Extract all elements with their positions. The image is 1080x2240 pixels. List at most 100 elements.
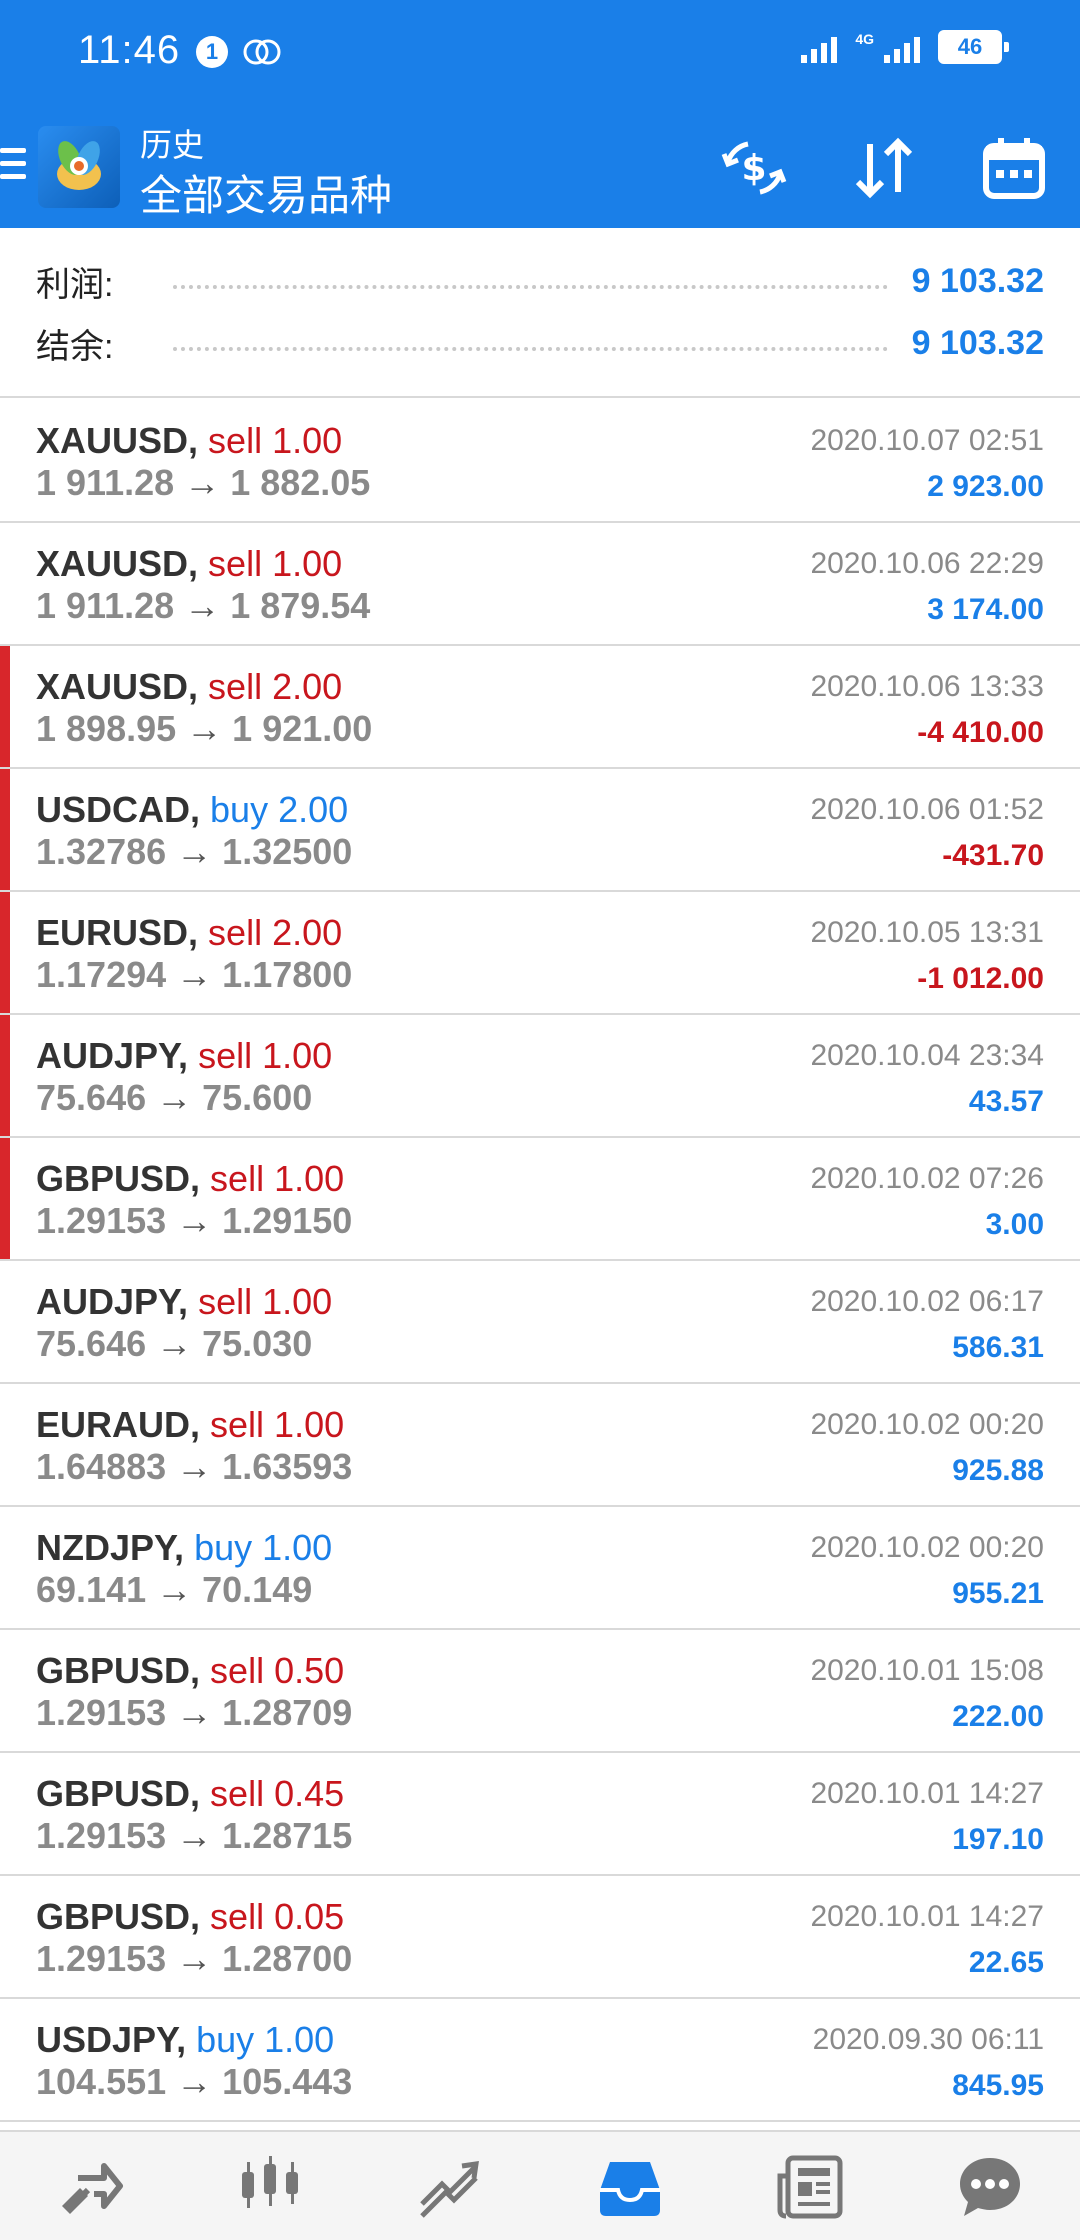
trade-prices: 75.646 → 75.600: [36, 1077, 312, 1119]
trade-icon: [420, 2161, 479, 2218]
nav-history[interactable]: [540, 2132, 720, 2240]
trade-symbol: AUDJPY,: [36, 1035, 189, 1076]
trade-time: 2020.10.05 13:31: [810, 916, 1044, 949]
trade-prices: 1.29153 → 1.29150: [36, 1200, 352, 1242]
network-type: 4G: [855, 31, 874, 47]
currency-exchange-icon[interactable]: $: [718, 132, 790, 204]
close-price: 1.63593: [222, 1446, 353, 1487]
trade-profit: 3 174.00: [927, 593, 1044, 626]
nav-news[interactable]: [720, 2132, 900, 2240]
trade-row[interactable]: GBPUSD, sell 0.05 1.29153 → 1.28700 2020.1…: [0, 1876, 1080, 1999]
symbol-filter[interactable]: 全部交易品种: [140, 162, 392, 223]
trade-title: XAUUSD, sell 1.00: [36, 543, 342, 585]
trade-profit: 43.57: [968, 1085, 1044, 1118]
trade-title: GBPUSD, sell 0.50: [36, 1650, 344, 1692]
trade-time: 2020.10.06 22:29: [810, 547, 1044, 580]
history-summary: 利润: 9 103.32 结余: 9 103.32: [0, 228, 1080, 398]
trade-symbol: USDJPY,: [36, 2019, 187, 2060]
nav-chat[interactable]: [900, 2132, 1080, 2240]
trade-row[interactable]: AUDJPY, sell 1.00 75.646 → 75.600 2020.10.…: [0, 1015, 1080, 1138]
close-price: 105.443: [222, 2061, 353, 2102]
trade-profit: 3.00: [985, 1208, 1044, 1241]
arrow-right-icon: →: [176, 1200, 213, 1241]
trade-type: buy 2.00: [210, 789, 349, 830]
trade-row[interactable]: EURAUD, sell 1.00 1.64883 → 1.63593 2020.1…: [0, 1384, 1080, 1507]
trade-row[interactable]: XAUUSD, sell 2.00 1 898.95 → 1 921.00 2020…: [0, 646, 1080, 769]
menu-icon[interactable]: [0, 148, 26, 184]
nav-chart[interactable]: [180, 2132, 360, 2240]
close-price: 1.17800: [222, 954, 353, 995]
app-bar: 历史 全部交易品种 $: [0, 110, 1080, 228]
trade-type: sell 0.45: [210, 1773, 345, 1814]
profit-label: 利润:: [36, 265, 114, 304]
open-price: 1.29153: [36, 1200, 167, 1241]
arrow-right-icon: →: [176, 1938, 213, 1979]
trade-row[interactable]: XAUUSD, sell 1.00 1 911.28 → 1 879.54 2020…: [0, 523, 1080, 646]
trade-symbol: NZDJPY,: [36, 1527, 185, 1568]
open-price: 1.29153: [36, 1692, 167, 1733]
trade-type: sell 0.05: [210, 1896, 345, 1937]
trade-row[interactable]: AUDJPY, sell 1.00 75.646 → 75.030 2020.10.…: [0, 1261, 1080, 1384]
trade-prices: 1.29153 → 1.28700: [36, 1938, 352, 1980]
trade-prices: 1 898.95 → 1 921.00: [36, 708, 372, 750]
arrow-right-icon: →: [176, 831, 213, 872]
trade-symbol: XAUUSD,: [36, 666, 199, 707]
calendar-icon[interactable]: [978, 132, 1050, 204]
trade-time: 2020.10.01 15:08: [810, 1654, 1044, 1687]
trade-title: AUDJPY, sell 1.00: [36, 1035, 332, 1077]
close-price: 1 879.54: [230, 585, 371, 626]
open-price: 1.32786: [36, 831, 167, 872]
status-time: 11:46: [78, 28, 181, 72]
battery-icon: 46: [938, 30, 1009, 64]
leader-dots: [173, 347, 888, 351]
trade-profit: 22.65: [968, 1946, 1044, 1979]
trade-row[interactable]: USDCAD, buy 2.00 1.32786 → 1.32500 2020.10…: [0, 769, 1080, 892]
trade-symbol: AUDJPY,: [36, 1281, 189, 1322]
trade-profit: 2 923.00: [927, 470, 1044, 503]
trade-profit: 955.21: [952, 1577, 1044, 1610]
open-price: 69.141: [36, 1569, 147, 1610]
trade-profit: 586.31: [952, 1331, 1044, 1364]
chart-icon: [242, 2156, 298, 2208]
open-price: 104.551: [36, 2061, 167, 2102]
trade-type: buy 1.00: [194, 1527, 333, 1568]
close-price: 1.32500: [222, 831, 353, 872]
notification-badge: 1: [196, 36, 228, 68]
trade-row[interactable]: NZDJPY, buy 1.00 69.141 → 70.149 2020.10.0…: [0, 1507, 1080, 1630]
arrow-right-icon: →: [176, 2061, 213, 2102]
trade-profit: 845.95: [952, 2069, 1044, 2102]
close-price: 1 882.05: [230, 462, 371, 503]
open-price: 1 911.28: [36, 462, 175, 503]
trade-row[interactable]: GBPUSD, sell 0.50 1.29153 → 1.28709 2020.1…: [0, 1630, 1080, 1753]
arrow-right-icon: →: [176, 1815, 213, 1856]
svg-text:$: $: [741, 148, 766, 189]
sort-icon[interactable]: [848, 132, 920, 204]
trade-row[interactable]: GBPUSD, sell 0.45 1.29153 → 1.28715 2020.1…: [0, 1753, 1080, 1876]
trade-prices: 1.32786 → 1.32500: [36, 831, 352, 873]
trade-row[interactable]: XAUUSD, sell 1.00 1 911.28 → 1 882.05 2020…: [0, 400, 1080, 523]
trade-time: 2020.10.01 14:27: [810, 1900, 1044, 1933]
news-icon: [777, 2155, 843, 2219]
trade-prices: 1 911.28 → 1 879.54: [36, 585, 370, 627]
link-icon: [243, 39, 281, 65]
trade-symbol: XAUUSD,: [36, 543, 199, 584]
trade-profit: 197.10: [952, 1823, 1044, 1856]
profit-value: 9 103.32: [911, 261, 1044, 300]
close-price: 70.149: [202, 1569, 313, 1610]
trade-type: sell 1.00: [210, 1404, 345, 1445]
nav-trade[interactable]: [360, 2132, 540, 2240]
trade-time: 2020.10.02 00:20: [810, 1408, 1044, 1441]
arrow-right-icon: →: [156, 1323, 193, 1364]
balance-row: 结余: 9 103.32: [36, 318, 1044, 368]
arrow-right-icon: →: [176, 1692, 213, 1733]
trade-row[interactable]: EURUSD, sell 2.00 1.17294 → 1.17800 2020.1…: [0, 892, 1080, 1015]
trade-profit: -431.70: [942, 839, 1044, 872]
trade-row[interactable]: USDJPY, buy 1.00 104.551 → 105.443 2020.09…: [0, 1999, 1080, 2122]
arrow-right-icon: →: [176, 1446, 213, 1487]
trade-time: 2020.10.06 01:52: [810, 793, 1044, 826]
trade-type: sell 1.00: [208, 420, 343, 461]
open-price: 1.64883: [36, 1446, 167, 1487]
trade-profit: 925.88: [952, 1454, 1044, 1487]
trade-row[interactable]: GBPUSD, sell 1.00 1.29153 → 1.29150 2020.1…: [0, 1138, 1080, 1261]
nav-quotes[interactable]: [0, 2132, 180, 2240]
